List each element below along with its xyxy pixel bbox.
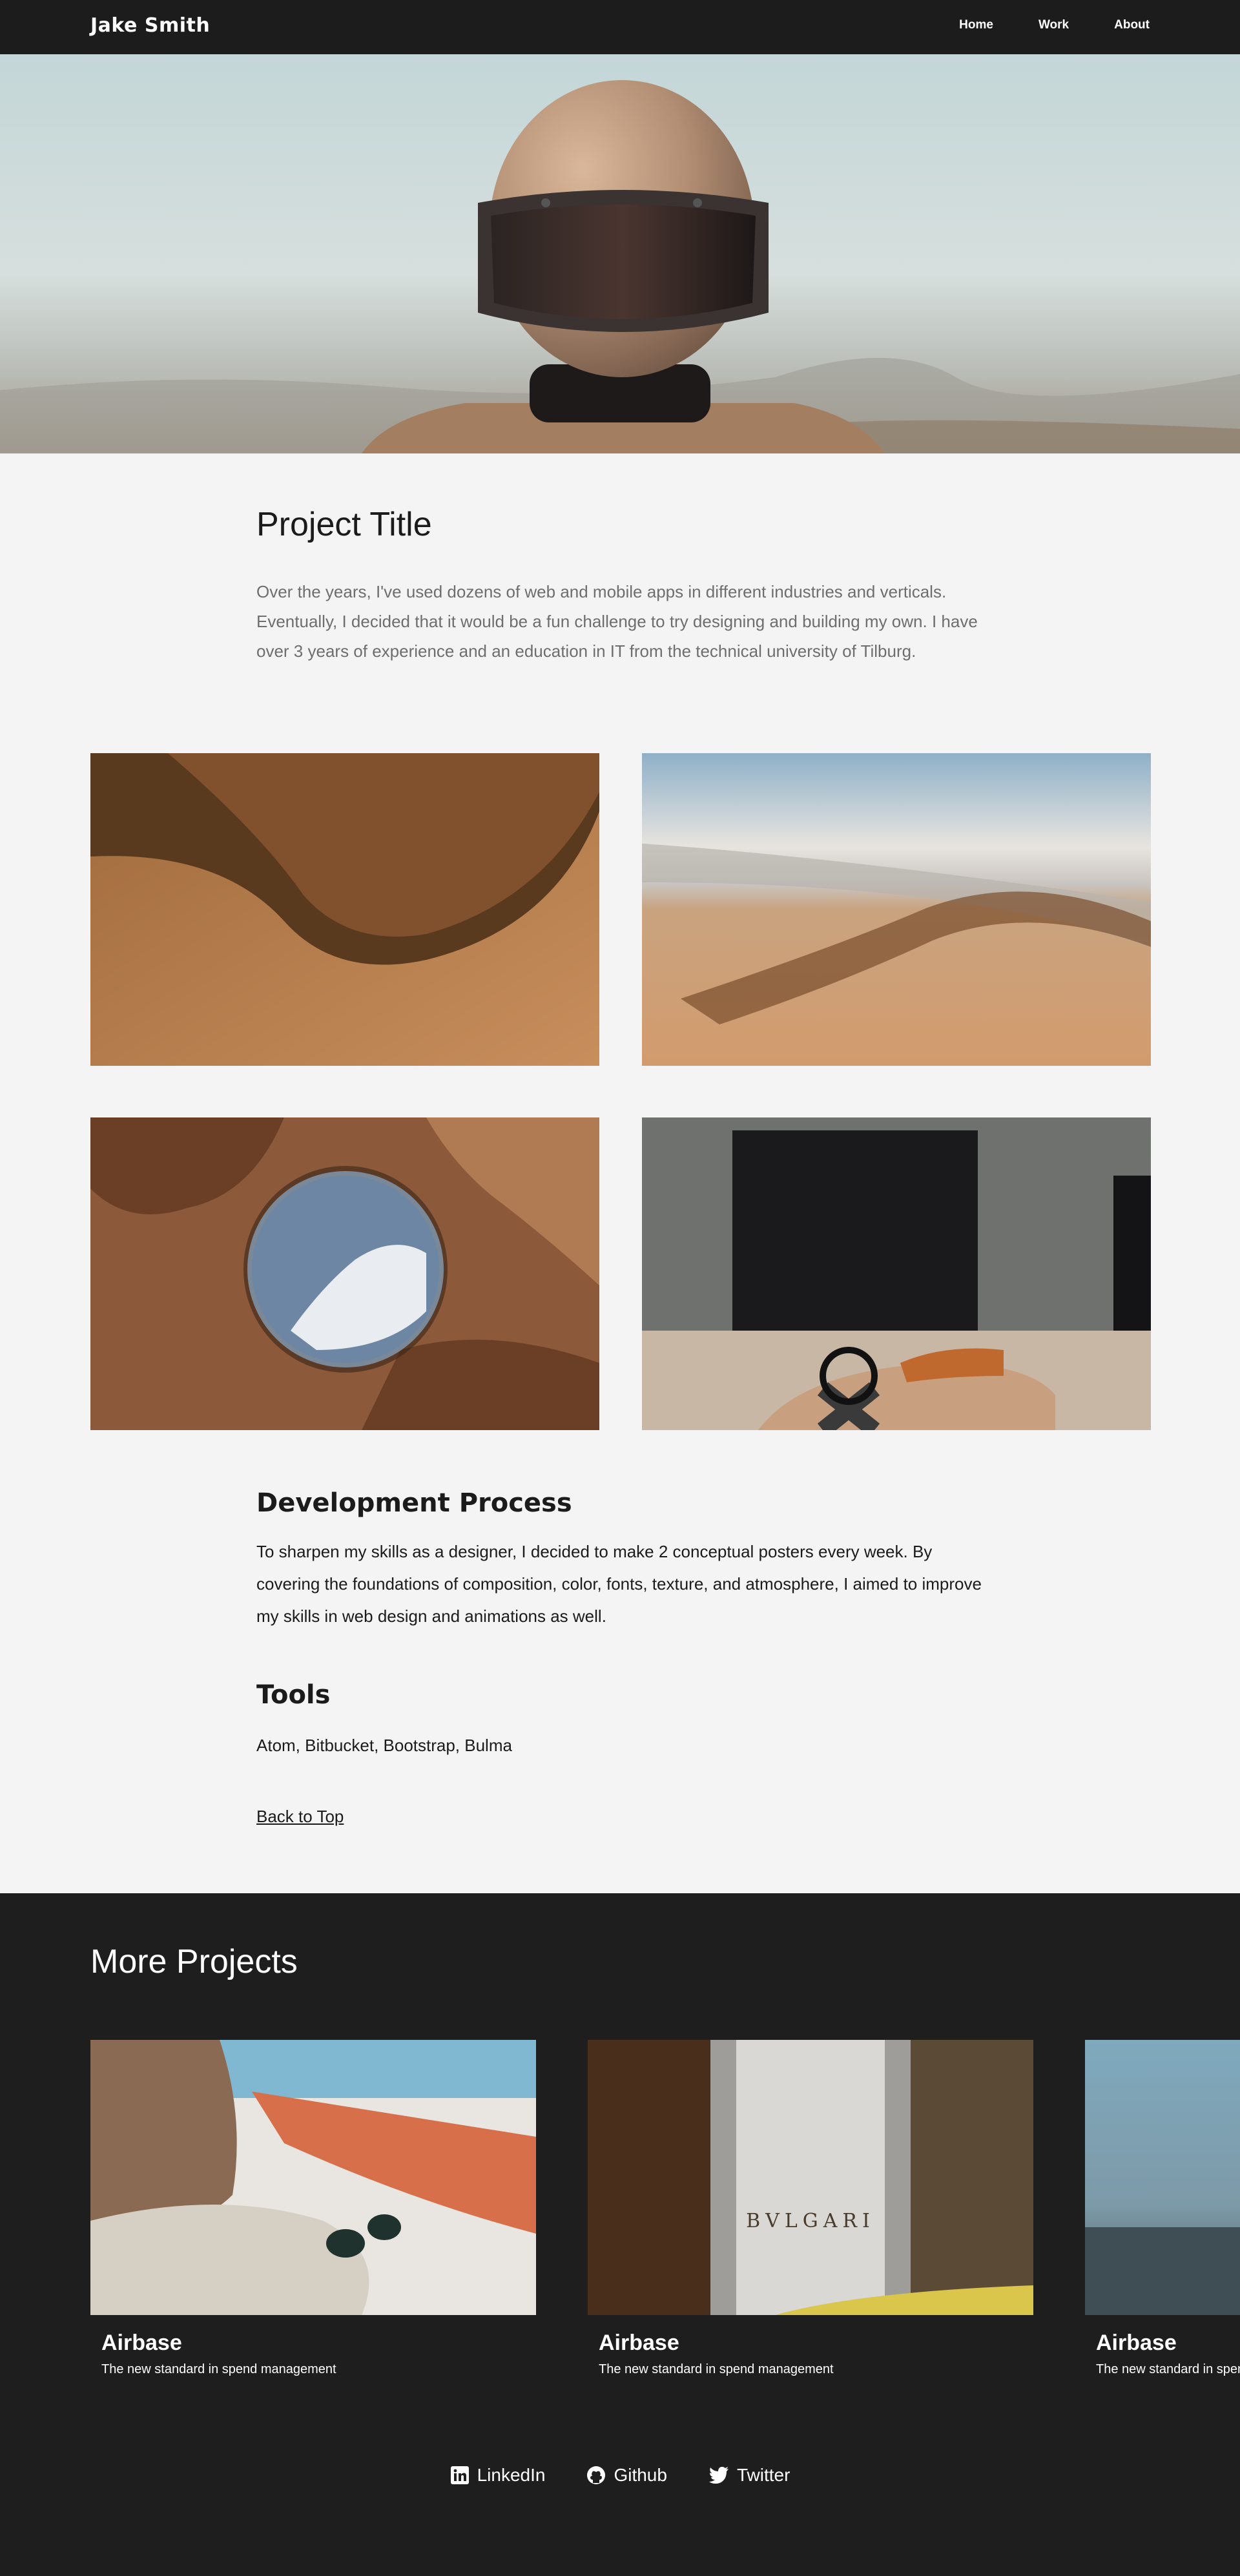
twitter-icon — [708, 2467, 728, 2484]
social-github[interactable]: Github — [586, 2465, 667, 2486]
development-text: To sharpen my skills as a designer, I de… — [256, 1542, 982, 1626]
footer: More Projects Airbase The new standard i… — [0, 1893, 1240, 2576]
tools-text: Atom, Bitbucket, Bootstrap, Bulma — [256, 1736, 512, 1755]
social-label: LinkedIn — [477, 2465, 546, 2485]
gallery-image-dune-curve — [90, 753, 599, 1066]
nav-link-about[interactable]: About — [1114, 18, 1150, 32]
project-card-title: Airbase — [599, 2331, 679, 2355]
project-card-title: Airbase — [101, 2331, 182, 2355]
nav-links: Home Work About — [914, 18, 1150, 32]
project-card-1[interactable]: Airbase The new standard in spend manage… — [90, 2040, 536, 2377]
nav-link-work[interactable]: Work — [1038, 18, 1069, 32]
social-links: LinkedIn Github Twitter — [0, 2465, 1240, 2486]
project-card-2[interactable]: BVLGARI Airbase The new standard in spen… — [588, 2040, 1033, 2377]
github-icon — [587, 2466, 606, 2484]
project-description: Over the years, I've used dozens of web … — [256, 582, 978, 661]
navbar: Jake Smith Home Work About — [0, 0, 1240, 54]
gallery-image-mirror-rocks — [90, 1117, 599, 1430]
gallery-image-sea-dunes — [642, 753, 1151, 1066]
project-card-subtitle: The new standard in spend management — [599, 2362, 834, 2376]
hero-image — [0, 54, 1240, 453]
project-card-subtitle: The new standard in spend management — [101, 2362, 336, 2376]
nav-link-home[interactable]: Home — [959, 18, 993, 32]
social-linkedin[interactable]: LinkedIn — [450, 2465, 546, 2486]
social-label: Twitter — [736, 2465, 790, 2485]
bvlgari-sign: BVLGARI — [746, 2210, 875, 2232]
project-card-image — [1085, 2040, 1240, 2315]
back-to-top-link[interactable]: Back to Top — [256, 1807, 344, 1827]
more-projects-heading: More Projects — [90, 1943, 298, 1980]
social-twitter[interactable]: Twitter — [708, 2465, 790, 2486]
social-label: Github — [614, 2465, 667, 2485]
project-title: Project Title — [256, 506, 432, 543]
project-card-image — [90, 2040, 536, 2315]
gallery-image-motorcycle-garage — [642, 1117, 1151, 1430]
helmet-rider-illustration — [0, 54, 1240, 453]
linkedin-icon — [450, 2466, 469, 2484]
project-card-title: Airbase — [1096, 2331, 1177, 2355]
brand-logo[interactable]: Jake Smith — [90, 14, 210, 37]
project-card-3[interactable]: Airbase The new standard in spend manage… — [1085, 2040, 1240, 2377]
development-heading: Development Process — [256, 1488, 572, 1518]
tools-heading: Tools — [256, 1680, 331, 1710]
project-card-subtitle: The new standard in spend management — [1096, 2362, 1240, 2376]
project-card-image: BVLGARI — [588, 2040, 1033, 2315]
